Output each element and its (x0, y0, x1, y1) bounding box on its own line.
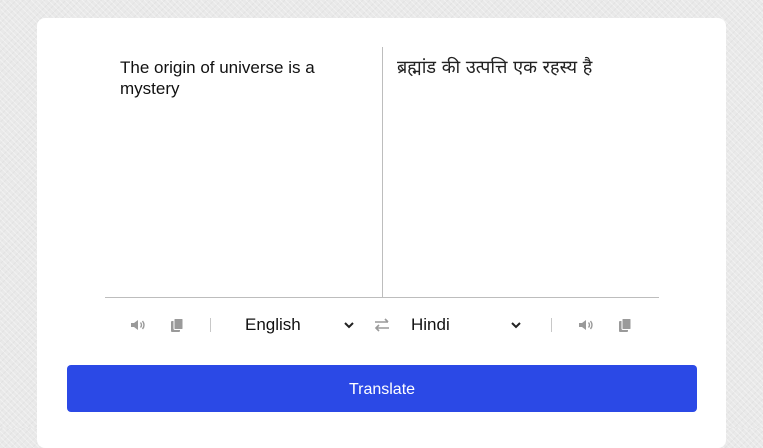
target-text-area[interactable]: ब्रह्मांड की उत्पत्ति एक रहस्य है (397, 57, 647, 78)
language-controls: English Hindi (37, 310, 726, 340)
translate-button[interactable]: Translate (67, 365, 697, 412)
copy-icon[interactable] (618, 318, 632, 333)
copy-icon[interactable] (170, 318, 184, 333)
swap-icon[interactable] (373, 318, 391, 332)
controls-divider (105, 297, 659, 298)
source-language-select[interactable]: English (245, 310, 301, 340)
chevron-down-icon[interactable] (343, 319, 355, 331)
source-text-area[interactable]: The origin of universe is a mystery (120, 57, 370, 99)
target-language-select[interactable]: Hindi (411, 310, 450, 340)
translator-card: The origin of universe is a mystery ब्रह… (37, 18, 726, 448)
speaker-icon[interactable] (578, 318, 596, 332)
toolbar-separator (551, 318, 552, 332)
translation-panes: The origin of universe is a mystery ब्रह… (105, 47, 659, 298)
speaker-icon[interactable] (130, 318, 148, 332)
chevron-down-icon[interactable] (510, 319, 522, 331)
toolbar-separator (210, 318, 211, 332)
pane-divider (382, 47, 383, 298)
